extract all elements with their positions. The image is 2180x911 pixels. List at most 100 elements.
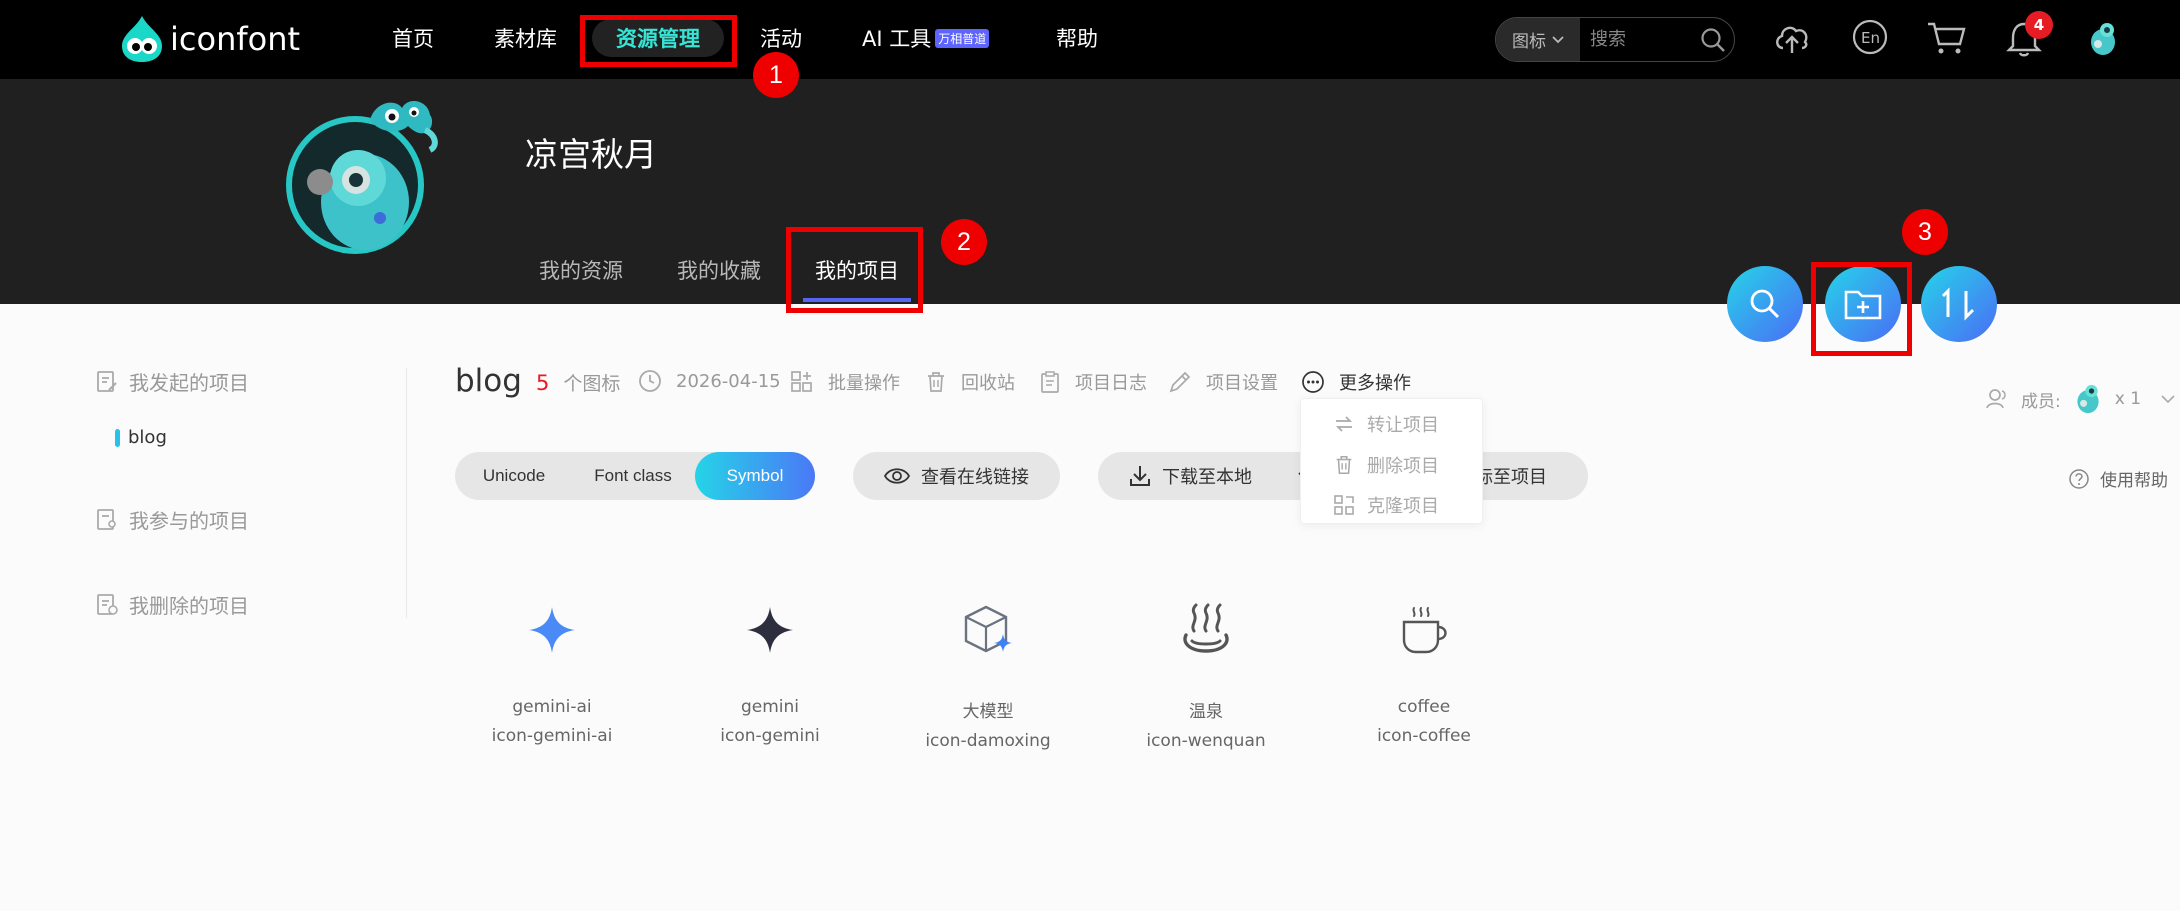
project-user-icon <box>97 508 116 530</box>
usage-help-link[interactable]: 使用帮助 <box>2068 466 2168 491</box>
user-avatar[interactable] <box>2086 20 2120 58</box>
nav-events[interactable]: 活动 <box>760 23 802 53</box>
chevron-down-icon <box>2161 394 2175 403</box>
icon-code: icon-wenquan <box>1146 731 1266 751</box>
annotation-marker-1: 1 <box>753 52 799 98</box>
nav-ai-tools[interactable]: AI 工具 万相普道 <box>862 23 990 53</box>
cart-icon[interactable] <box>1926 18 1968 58</box>
search-type-select[interactable]: 图标 <box>1496 18 1580 61</box>
icon-code: icon-gemini-ai <box>491 726 613 746</box>
brand-name: iconfont <box>170 20 301 58</box>
notification-badge: 4 <box>2025 11 2053 39</box>
sidebar-project-label: blog <box>128 427 167 448</box>
tab-my-favorites[interactable]: 我的收藏 <box>677 255 761 285</box>
view-online-link-button[interactable]: 查看在线链接 <box>853 452 1060 500</box>
search-input[interactable] <box>1590 29 1694 50</box>
members-indicator[interactable]: 成员: x 1 <box>1985 382 2175 416</box>
project-log-button[interactable]: 项目日志 <box>1039 369 1147 395</box>
profile-username: 凉宫秋月 <box>525 135 657 174</box>
more-actions-label: 更多操作 <box>1339 373 1411 394</box>
menu-delete-project[interactable]: 删除项目 <box>1333 452 1439 478</box>
gemini-ai-icon <box>529 607 575 653</box>
trash-icon <box>1336 455 1352 475</box>
annotation-box-1 <box>580 15 737 67</box>
language-en-icon[interactable]: En <box>1851 18 1889 56</box>
menu-transfer-project[interactable]: 转让项目 <box>1333 411 1439 437</box>
search-project-button[interactable] <box>1727 266 1803 342</box>
trash-icon <box>928 372 944 392</box>
project-settings-button[interactable]: 项目设置 <box>1168 369 1278 395</box>
menu-clone-project[interactable]: 克隆项目 <box>1333 492 1439 518</box>
sidebar-project-blog[interactable]: blog <box>115 427 167 448</box>
format-symbol[interactable]: Symbol <box>695 452 815 500</box>
download-icon <box>1130 466 1150 486</box>
icon-name: gemini-ai <box>512 697 592 717</box>
icon-card[interactable]: gemini icon-gemini <box>690 600 850 746</box>
icon-code: icon-damoxing <box>925 731 1051 751</box>
icon-name: coffee <box>1397 697 1451 717</box>
hot-spring-icon <box>1183 603 1229 653</box>
icon-code: icon-coffee <box>1377 726 1471 746</box>
more-actions-dropdown: 转让项目 删除项目 克隆项目 <box>1300 398 1483 524</box>
project-title: blog <box>455 363 522 399</box>
sort-icon <box>1941 287 1975 321</box>
project-deleted-icon <box>97 593 118 615</box>
view-online-link-label: 查看在线链接 <box>921 467 1029 488</box>
nav-home[interactable]: 首页 <box>392 23 434 53</box>
add-to-project-label[interactable]: 标至项目 <box>1475 463 1547 489</box>
chevron-down-icon <box>1552 35 1564 43</box>
search-icon[interactable] <box>1700 27 1726 53</box>
project-log-label: 项目日志 <box>1075 373 1147 394</box>
sort-projects-button[interactable] <box>1921 266 1997 342</box>
large-model-cube-icon <box>964 605 1012 653</box>
more-actions-button[interactable]: 更多操作 <box>1301 369 1411 395</box>
icon-card[interactable]: 温泉 icon-wenquan <box>1126 600 1286 751</box>
icon-count: 5 个图标 <box>536 369 620 396</box>
search-box: 图标 <box>1495 17 1735 62</box>
menu-clone-label: 克隆项目 <box>1367 496 1439 517</box>
upload-cloud-icon[interactable] <box>1772 18 1812 58</box>
batch-grid-icon <box>791 371 812 392</box>
icon-count-label: 个图标 <box>563 373 621 395</box>
nav-library[interactable]: 素材库 <box>494 23 557 53</box>
sidebar-item-created-projects[interactable]: 我发起的项目 <box>95 367 249 396</box>
icon-card[interactable]: 大模型 icon-damoxing <box>908 600 1068 751</box>
icon-name: gemini <box>740 697 800 717</box>
sidebar-item-label: 我发起的项目 <box>129 371 249 395</box>
project-date-text: 2026-04-15 <box>676 370 781 392</box>
format-switcher: Unicode Font class Symbol <box>455 452 815 500</box>
icon-name: 温泉 <box>1189 702 1223 722</box>
icon-card[interactable]: coffee icon-coffee <box>1344 600 1504 746</box>
members-label: 成员: <box>2021 391 2061 412</box>
recycle-bin-button[interactable]: 回收站 <box>925 369 1015 395</box>
site-logo[interactable]: iconfont <box>118 14 300 64</box>
question-icon <box>2069 468 2089 489</box>
sidebar-item-label: 我参与的项目 <box>129 509 249 533</box>
sidebar-item-joined-projects[interactable]: 我参与的项目 <box>95 505 249 534</box>
sidebar-divider <box>406 368 407 618</box>
format-font-class[interactable]: Font class <box>573 452 693 500</box>
member-avatar <box>2077 384 2099 414</box>
sidebar-item-deleted-projects[interactable]: 我删除的项目 <box>95 590 249 619</box>
active-indicator <box>115 428 120 447</box>
icon-code: icon-gemini <box>720 726 820 746</box>
more-dots-icon <box>1302 371 1324 393</box>
profile-avatar <box>286 100 438 254</box>
coffee-cup-icon <box>1402 607 1447 654</box>
tab-my-resources[interactable]: 我的资源 <box>539 255 623 285</box>
members-count: x 1 <box>2114 389 2142 409</box>
svg-text:En: En <box>1861 29 1880 47</box>
icon-card[interactable]: gemini-ai icon-gemini-ai <box>472 600 632 746</box>
annotation-marker-2: 2 <box>941 219 987 265</box>
menu-transfer-label: 转让项目 <box>1367 415 1439 436</box>
sidebar-item-label: 我删除的项目 <box>129 594 249 618</box>
ai-tools-badge: 万相普道 <box>935 28 990 48</box>
members-icon <box>1986 389 2006 409</box>
project-date: 2026-04-15 <box>638 369 781 393</box>
format-unicode[interactable]: Unicode <box>455 452 573 500</box>
batch-operation-button[interactable]: 批量操作 <box>790 369 900 395</box>
gemini-icon <box>747 607 793 653</box>
nav-help[interactable]: 帮助 <box>1056 23 1098 53</box>
search-type-label: 图标 <box>1512 32 1546 52</box>
clipboard-icon <box>1041 371 1059 393</box>
